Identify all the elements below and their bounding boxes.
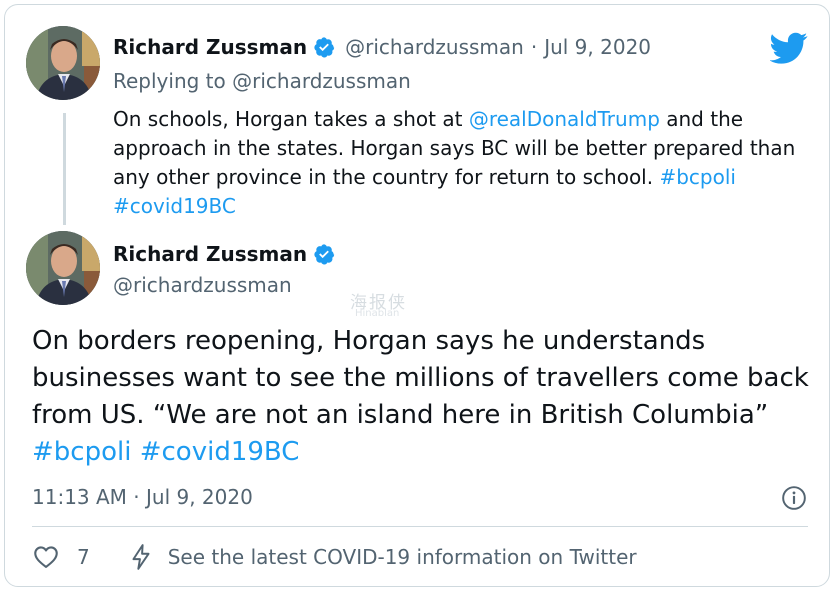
hashtag-link[interactable]: #bcpoli — [659, 165, 736, 189]
verified-badge-icon — [314, 37, 335, 58]
hashtag-link[interactable]: #bcpoli — [32, 437, 131, 467]
mention-link[interactable]: @realDonaldTrump — [469, 107, 660, 131]
parent-tweet-avatar[interactable] — [26, 26, 100, 100]
covid-info-link[interactable]: See the latest COVID-19 information on T… — [168, 545, 637, 569]
header-separator: · — [530, 35, 538, 59]
author-handle[interactable]: @richardzussman — [345, 35, 524, 59]
tweet-date[interactable]: Jul 9, 2020 — [544, 35, 651, 59]
main-tweet-header: Richard Zussman — [113, 242, 335, 266]
avatar-photo — [26, 26, 100, 100]
hashtag-link[interactable]: #covid19BC — [113, 194, 236, 218]
heart-icon[interactable] — [32, 543, 60, 571]
tweet-text-segment: On schools, Horgan takes a shot at — [113, 107, 469, 131]
author-name[interactable]: Richard Zussman — [113, 242, 307, 266]
watermark-subtext: Hinablan — [355, 308, 400, 319]
avatar-photo — [26, 231, 100, 305]
divider — [32, 526, 808, 527]
main-tweet-avatar[interactable] — [26, 231, 100, 305]
tweet-text-segment — [131, 437, 139, 467]
tweet-embed-card: Richard Zussman @richardzussman · Jul 9,… — [4, 4, 830, 587]
main-tweet-text: On borders reopening, Horgan says he und… — [32, 323, 822, 471]
verified-badge-icon — [314, 244, 335, 265]
parent-tweet-text: On schools, Horgan takes a shot at @real… — [113, 105, 813, 221]
hashtag-link[interactable]: #covid19BC — [140, 437, 300, 467]
tweet-timestamp[interactable]: 11:13 AM · Jul 9, 2020 — [32, 485, 253, 509]
twitter-bird-icon[interactable] — [770, 29, 808, 67]
tweet-actions: 7 See the latest COVID-19 information on… — [32, 543, 637, 571]
tweet-text-segment: On borders reopening, Horgan says he und… — [32, 326, 809, 430]
author-name[interactable]: Richard Zussman — [113, 35, 307, 59]
author-handle[interactable]: @richardzussman — [113, 273, 292, 297]
lightning-icon[interactable] — [128, 543, 154, 571]
replying-to: Replying to @richardzussman — [113, 69, 411, 93]
thread-connector — [63, 113, 66, 225]
parent-tweet-header: Richard Zussman @richardzussman · Jul 9,… — [113, 35, 651, 59]
info-icon[interactable] — [781, 485, 807, 511]
like-count[interactable]: 7 — [77, 545, 90, 569]
